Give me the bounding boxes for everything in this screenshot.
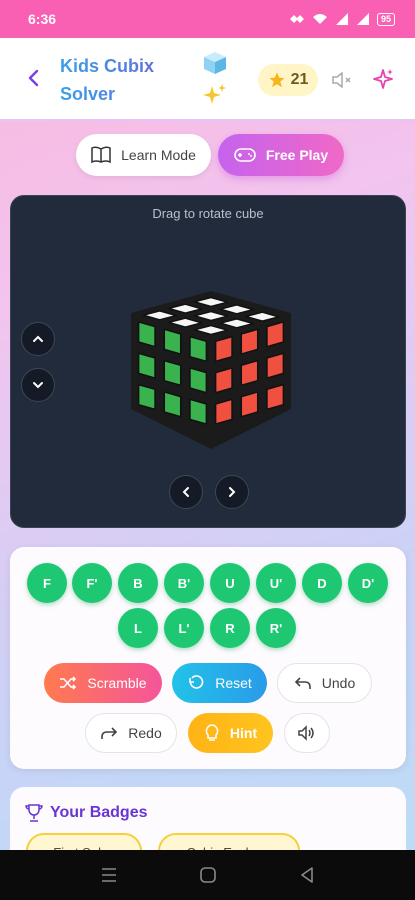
rotate-down-button[interactable] <box>21 368 55 402</box>
app-header: Kids Cubix Solver 21 <box>0 38 415 122</box>
hint-button[interactable]: Hint <box>188 713 273 753</box>
move-u-prime-button[interactable]: U' <box>256 563 296 603</box>
home-icon[interactable] <box>199 866 217 884</box>
cube-right-sticker <box>240 391 259 418</box>
cube-left-sticker <box>163 328 182 355</box>
wifi-icon <box>312 14 327 24</box>
chevron-left-icon <box>182 487 189 497</box>
sparkles-icon <box>203 84 226 104</box>
app-title: Kids Cubix Solver <box>60 52 180 108</box>
cube-left-sticker <box>189 367 208 394</box>
cube-right-sticker <box>240 359 259 387</box>
rotate-ccw-icon <box>189 675 204 689</box>
cube-right-sticker <box>266 383 285 411</box>
cube-left-sticker <box>163 391 182 418</box>
stars-counter: 21 <box>258 64 318 96</box>
free-play-button[interactable]: Free Play <box>218 134 344 176</box>
rotate-up-button[interactable] <box>21 322 55 356</box>
ice-cube-icon <box>204 52 226 74</box>
redo-icon <box>101 727 118 739</box>
move-f-prime-button[interactable]: F' <box>72 563 112 603</box>
cube-right-sticker <box>266 352 285 379</box>
status-bar: 6:36 95 <box>0 0 415 38</box>
stars-count: 21 <box>290 71 309 88</box>
cube-left-sticker <box>137 383 156 411</box>
battery-indicator: 95 <box>376 12 395 26</box>
learn-mode-button[interactable]: Learn Mode <box>76 134 211 176</box>
redo-button[interactable]: Redo <box>85 713 177 753</box>
shuffle-icon <box>60 676 77 690</box>
cube-right-sticker <box>214 398 233 425</box>
gamepad-icon <box>234 148 256 162</box>
move-f-button[interactable]: F <box>27 563 67 603</box>
move-b-prime-button[interactable]: B' <box>164 563 204 603</box>
status-icons: 95 <box>289 12 395 26</box>
reset-button[interactable]: Reset <box>172 663 267 703</box>
trophy-icon <box>25 804 43 822</box>
network-icon <box>289 15 304 23</box>
move-u-button[interactable]: U <box>210 563 250 603</box>
badges-title: Your Badges <box>50 804 148 821</box>
moves-panel: F F' B B' U U' D D' L L' R R' Scramble R… <box>10 547 406 769</box>
signal-icon <box>335 13 348 25</box>
back-nav-icon[interactable] <box>298 866 316 884</box>
chevron-up-icon <box>33 335 43 342</box>
system-nav-bar <box>0 850 415 900</box>
hint-label: Hint <box>229 725 258 741</box>
move-l-prime-button[interactable]: L' <box>164 608 204 648</box>
undo-label: Undo <box>321 675 356 691</box>
back-icon[interactable] <box>22 66 46 90</box>
cube-left-sticker <box>137 352 156 379</box>
cube-left-sticker <box>163 359 182 387</box>
volume-icon <box>298 725 314 741</box>
star-icon <box>269 72 285 88</box>
signal-icon-2 <box>356 13 369 25</box>
scramble-label: Scramble <box>87 675 147 691</box>
chevron-right-icon <box>229 487 236 497</box>
learn-mode-label: Learn Mode <box>121 147 196 163</box>
cube-left-sticker <box>189 398 208 425</box>
undo-button[interactable]: Undo <box>277 663 372 703</box>
rotate-left-button[interactable] <box>169 475 203 509</box>
cube-right-sticker <box>214 367 233 394</box>
book-icon <box>91 146 111 164</box>
recents-icon[interactable] <box>100 866 118 884</box>
move-d-prime-button[interactable]: D' <box>348 563 388 603</box>
cube-left-sticker <box>137 321 156 348</box>
sparkle-icon[interactable] <box>371 67 395 91</box>
cube-right-sticker <box>240 328 259 355</box>
cube-viewer[interactable]: Drag to rotate cube <box>10 195 406 528</box>
reset-label: Reset <box>215 675 252 691</box>
move-l-button[interactable]: L <box>118 608 158 648</box>
rubiks-cube[interactable] <box>126 291 296 451</box>
undo-icon <box>294 677 311 689</box>
cube-left-sticker <box>189 335 208 363</box>
move-r-prime-button[interactable]: R' <box>256 608 296 648</box>
cube-right-sticker <box>214 335 233 363</box>
move-b-button[interactable]: B <box>118 563 158 603</box>
sound-button[interactable] <box>284 713 330 753</box>
cube-right-sticker <box>266 321 285 348</box>
volume-mute-icon[interactable] <box>330 68 354 92</box>
free-play-label: Free Play <box>265 147 329 163</box>
redo-label: Redo <box>128 725 162 741</box>
move-d-button[interactable]: D <box>302 563 342 603</box>
status-time: 6:36 <box>28 11 57 27</box>
scramble-button[interactable]: Scramble <box>44 663 162 703</box>
viewer-hint: Drag to rotate cube <box>152 206 264 221</box>
rotate-right-button[interactable] <box>215 475 249 509</box>
lightbulb-icon <box>205 724 219 741</box>
move-r-button[interactable]: R <box>210 608 250 648</box>
chevron-down-icon <box>33 382 43 389</box>
